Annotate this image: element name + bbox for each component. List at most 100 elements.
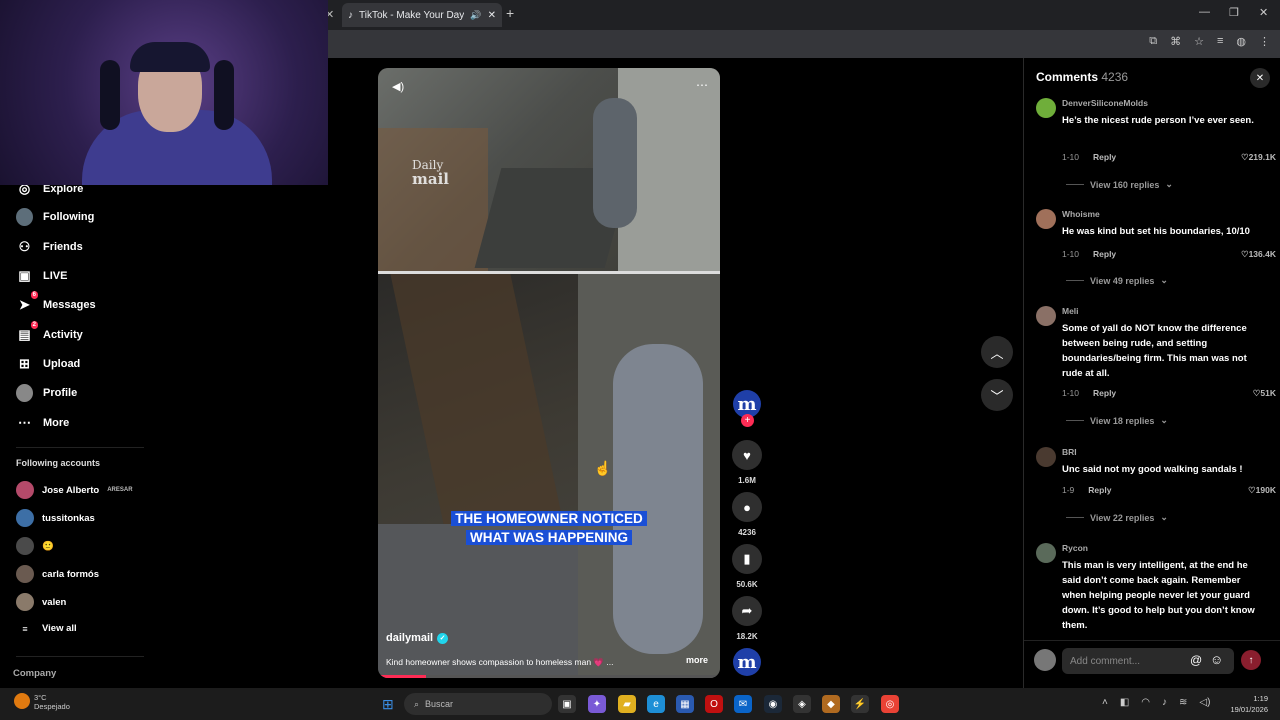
previous-video-button[interactable]: ︿ (981, 336, 1013, 368)
emoji-icon[interactable]: ☺ (1210, 652, 1223, 667)
file-explorer-icon[interactable]: ▰ (618, 695, 636, 713)
sidebar-item-messages[interactable]: ➤ 6 Messages (16, 291, 96, 313)
tab-close-icon[interactable]: ✕ (488, 10, 496, 21)
sidebar-item-more[interactable]: ⋯ More (16, 414, 69, 431)
video-progress-bar[interactable] (378, 675, 720, 678)
comment-username[interactable]: Whoisme (1062, 209, 1100, 219)
reply-button[interactable]: Reply (1088, 485, 1111, 495)
reply-button[interactable]: Reply (1093, 388, 1116, 398)
clock[interactable]: 1:19 19/01/2026 (1230, 693, 1268, 715)
following-account[interactable]: carla formós (16, 565, 99, 583)
copilot-icon[interactable]: ✦ (588, 695, 606, 713)
comment-like[interactable]: ♡190K (1248, 485, 1276, 496)
comment-username[interactable]: DenverSiliconeMolds (1062, 98, 1148, 108)
close-comments-button[interactable]: ✕ (1250, 68, 1270, 88)
mention-icon[interactable]: @ (1190, 653, 1202, 667)
volume-icon[interactable]: ◀) (392, 80, 404, 93)
app-icon[interactable]: ⚡ (851, 695, 869, 713)
weather-widget[interactable]: 3°C Despejado (14, 693, 70, 711)
comment-button[interactable]: ● (732, 492, 762, 522)
sidebar-item-following[interactable]: Following (16, 207, 94, 226)
view-replies-button[interactable]: View 49 replies ⌄ (1066, 275, 1168, 286)
cast-icon[interactable]: ⧉ (1149, 35, 1157, 48)
translate-icon[interactable]: ⌘ (1170, 35, 1181, 48)
maximize-button[interactable]: ❐ (1229, 6, 1239, 19)
app-icon[interactable]: ◈ (793, 695, 811, 713)
volume-icon[interactable]: ◁) (1199, 697, 1210, 708)
network-icon[interactable]: ◠ (1141, 697, 1150, 708)
chevron-up-icon[interactable]: ˄ (1102, 697, 1108, 708)
comment-like[interactable]: ♡219.1K (1241, 152, 1276, 163)
chrome-icon[interactable]: ◎ (881, 695, 899, 713)
company-link[interactable]: Company (13, 668, 56, 679)
like-button[interactable]: ♥ (732, 440, 762, 470)
bookmark-star-icon[interactable]: ☆ (1194, 35, 1204, 48)
comment-like[interactable]: ♡136.4K (1241, 249, 1276, 260)
sidebar-item-activity[interactable]: ▤ 2 Activity (16, 321, 83, 343)
avatar[interactable] (1036, 209, 1056, 229)
menu-icon[interactable]: ⋮ (1259, 35, 1270, 48)
task-view-icon[interactable]: ▣ (558, 695, 576, 713)
sidebar-item-friends[interactable]: ⚇ Friends (16, 238, 83, 255)
avatar[interactable] (1036, 98, 1056, 118)
tab-search-icon[interactable]: ≡ (1217, 35, 1223, 48)
following-account[interactable]: Jose Alberto ARESAR (16, 481, 133, 499)
following-account[interactable]: 🙂 (16, 537, 54, 555)
video-player[interactable]: Daily mail ◀) ⋯ THE HOMEOWNER NOTICED WH… (378, 68, 720, 678)
outlook-icon[interactable]: ✉ (734, 695, 752, 713)
store-icon[interactable]: ▦ (676, 695, 694, 713)
tab-title: TikTok - Make Your Day (359, 9, 465, 21)
avatar[interactable] (1036, 543, 1056, 563)
game-icon[interactable]: ◆ (822, 695, 840, 713)
sidebar-item-label: Activity (43, 328, 83, 341)
comment-username[interactable]: BRI (1062, 447, 1077, 457)
add-comment-input[interactable] (1062, 648, 1234, 674)
view-replies-button[interactable]: View 160 replies ⌄ (1066, 179, 1173, 190)
account-name: valen (42, 596, 67, 608)
music-disc[interactable]: m (733, 648, 761, 676)
browser-tab-tiktok[interactable]: ♪ TikTok - Make Your Day 🔊 ✕ (342, 3, 502, 27)
minimize-button[interactable]: — (1199, 6, 1210, 18)
view-all-link[interactable]: ≡ View all (16, 623, 77, 634)
windows-start-icon[interactable]: ⊞ (382, 696, 394, 713)
more-button[interactable]: more (686, 655, 708, 665)
next-video-button[interactable]: ﹀ (981, 379, 1013, 411)
comment-like[interactable]: ♡51K (1253, 388, 1276, 399)
reply-button[interactable]: Reply (1093, 249, 1116, 259)
taskbar-search[interactable]: ⌕ Buscar (404, 693, 552, 715)
avatar[interactable] (1036, 447, 1056, 467)
headphone-left (100, 60, 120, 130)
sidebar-item-profile[interactable]: Profile (16, 383, 77, 402)
sidebar-item-live[interactable]: ▣ LIVE (16, 267, 67, 284)
divider (1066, 517, 1084, 518)
follow-plus-icon[interactable]: + (741, 414, 754, 427)
video-author[interactable]: dailymail ✓ (386, 632, 449, 644)
profile-icon[interactable]: ◍ (1236, 35, 1246, 48)
view-all-label: View all (42, 623, 77, 634)
heart-outline-icon: ♡ (1248, 485, 1256, 495)
more-options-icon[interactable]: ⋯ (696, 78, 708, 92)
new-tab-button[interactable]: + (506, 5, 514, 21)
save-button[interactable]: ▮ (732, 544, 762, 574)
following-account[interactable]: valen (16, 593, 66, 611)
window-close-button[interactable]: ✕ (1259, 6, 1268, 19)
sidebar-item-label: More (43, 416, 70, 429)
steam-icon[interactable]: ◉ (764, 695, 782, 713)
microphone-icon[interactable]: ♪ (1162, 697, 1167, 708)
avatar[interactable] (1036, 306, 1056, 326)
following-account[interactable]: tussitonkas (16, 509, 95, 527)
edge-icon[interactable]: e (647, 695, 665, 713)
speaker-icon[interactable]: 🔊 (470, 10, 481, 21)
reply-button[interactable]: Reply (1093, 152, 1116, 162)
comment-username[interactable]: Meli (1062, 306, 1079, 316)
share-button[interactable]: ➦ (732, 596, 762, 626)
person-figure (613, 344, 703, 654)
app-tray-icon[interactable]: ◧ (1120, 697, 1129, 708)
sidebar-item-upload[interactable]: ⊞ Upload (16, 355, 80, 372)
opera-icon[interactable]: O (705, 695, 723, 713)
view-replies-button[interactable]: View 22 replies ⌄ (1066, 512, 1168, 523)
comment-username[interactable]: Rycon (1062, 543, 1088, 553)
send-comment-button[interactable]: ↑ (1241, 650, 1261, 670)
view-replies-button[interactable]: View 18 replies ⌄ (1066, 415, 1168, 426)
wifi-icon[interactable]: ≋ (1179, 697, 1187, 708)
